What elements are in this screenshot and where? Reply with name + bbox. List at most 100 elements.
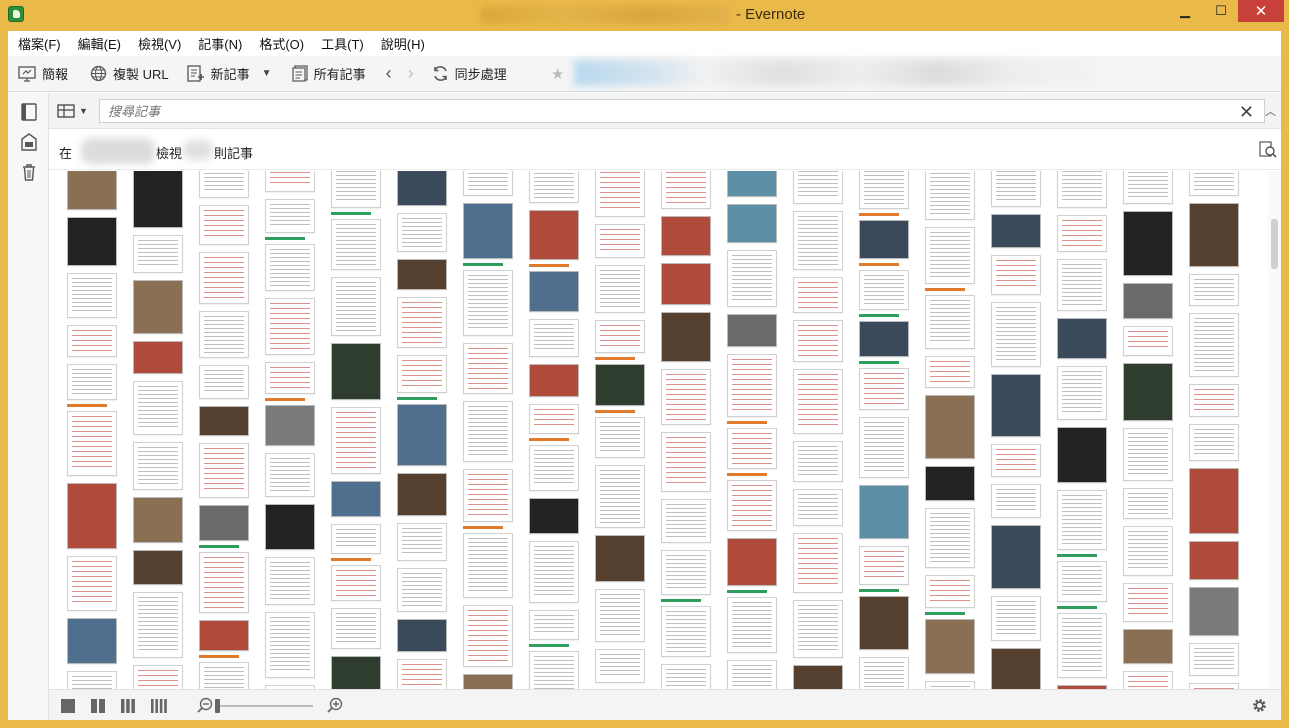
note-thumbnail[interactable] (1123, 526, 1173, 576)
clip-button[interactable]: 簡報 (14, 60, 72, 88)
shortcuts-bar-blurred[interactable] (574, 60, 1094, 86)
note-thumbnail[interactable] (67, 273, 117, 318)
menu-file[interactable]: 檔案(F) (18, 34, 61, 53)
menu-tools[interactable]: 工具(T) (321, 34, 364, 53)
note-thumbnail[interactable] (727, 250, 777, 307)
menu-help[interactable]: 說明(H) (381, 34, 425, 53)
note-thumbnail[interactable] (265, 199, 315, 233)
note-thumbnail[interactable] (463, 469, 513, 522)
note-thumbnail[interactable] (331, 524, 381, 554)
note-thumbnail[interactable] (661, 664, 711, 689)
notebooks-icon[interactable] (20, 133, 38, 151)
note-thumbnail[interactable] (1057, 561, 1107, 602)
note-thumbnail[interactable] (463, 533, 513, 598)
note-thumbnail[interactable] (67, 217, 117, 266)
note-thumbnail[interactable] (1123, 171, 1173, 204)
note-thumbnail[interactable] (991, 171, 1041, 207)
note-thumbnail[interactable] (793, 600, 843, 658)
note-thumbnail[interactable] (199, 205, 249, 245)
note-thumbnail[interactable] (1057, 490, 1107, 550)
note-thumbnail[interactable] (331, 171, 381, 208)
menu-edit[interactable]: 編輯(E) (78, 34, 121, 53)
note-thumbnail[interactable] (67, 483, 117, 549)
note-thumbnail[interactable] (529, 541, 579, 603)
search-field[interactable]: ✕ (99, 99, 1265, 123)
note-thumbnail[interactable] (265, 405, 315, 446)
note-thumbnail[interactable] (529, 319, 579, 357)
note-thumbnail[interactable] (397, 297, 447, 348)
note-thumbnail[interactable] (1123, 363, 1173, 421)
note-thumbnail[interactable] (595, 465, 645, 528)
single-column-view-icon[interactable] (61, 699, 75, 713)
search-input[interactable] (108, 103, 1228, 119)
note-thumbnail[interactable] (529, 210, 579, 260)
note-thumbnail[interactable] (859, 270, 909, 310)
note-thumbnail[interactable] (463, 401, 513, 462)
note-thumbnail[interactable] (397, 568, 447, 612)
zoom-out-icon[interactable] (197, 697, 213, 713)
four-column-view-icon[interactable] (151, 699, 167, 713)
search-in-note-icon[interactable] (1259, 141, 1277, 159)
note-thumbnail[interactable] (925, 356, 975, 388)
note-thumbnail[interactable] (991, 444, 1041, 477)
note-thumbnail[interactable] (991, 374, 1041, 437)
blurred-notebook-name[interactable] (81, 138, 155, 164)
note-thumbnail[interactable] (595, 417, 645, 458)
note-thumbnail[interactable] (265, 171, 315, 192)
note-thumbnail[interactable] (595, 265, 645, 313)
note-thumbnail[interactable] (67, 556, 117, 611)
note-thumbnail[interactable] (133, 592, 183, 658)
menu-note[interactable]: 記事(N) (198, 34, 242, 53)
note-thumbnail[interactable] (925, 681, 975, 689)
note-thumbnail[interactable] (859, 321, 909, 357)
new-note-dropdown-icon[interactable]: ▼ (262, 68, 272, 79)
note-thumbnail[interactable] (529, 364, 579, 397)
vertical-scrollbar[interactable] (1268, 171, 1281, 689)
menu-view[interactable]: 檢視(V) (138, 34, 181, 53)
note-thumbnail[interactable] (463, 674, 513, 689)
note-thumbnail[interactable] (463, 203, 513, 259)
note-thumbnail[interactable] (1057, 215, 1107, 252)
note-thumbnail[interactable] (199, 406, 249, 436)
note-thumbnail[interactable] (133, 442, 183, 490)
note-thumbnail[interactable] (859, 417, 909, 478)
note-thumbnail[interactable] (331, 407, 381, 474)
note-thumbnail[interactable] (1123, 488, 1173, 519)
note-thumbnail[interactable] (529, 271, 579, 312)
note-thumbnail[interactable] (331, 656, 381, 689)
note-thumbnail[interactable] (529, 498, 579, 534)
note-thumbnail[interactable] (1189, 643, 1239, 676)
note-thumbnail[interactable] (331, 219, 381, 270)
note-thumbnail[interactable] (67, 364, 117, 400)
note-thumbnail[interactable] (1123, 326, 1173, 356)
note-thumbnail[interactable] (1189, 384, 1239, 417)
note-thumbnail[interactable] (397, 523, 447, 561)
note-thumbnail[interactable] (1057, 366, 1107, 420)
note-thumbnail[interactable] (661, 432, 711, 492)
note-thumbnail[interactable] (331, 277, 381, 336)
note-thumbnail[interactable] (859, 596, 909, 650)
close-button[interactable]: ✕ (1238, 0, 1284, 22)
note-thumbnail[interactable] (1189, 313, 1239, 377)
note-thumbnail[interactable] (133, 235, 183, 273)
close-icon[interactable]: ✕ (1239, 102, 1254, 123)
two-column-view-icon[interactable] (91, 699, 105, 713)
note-thumbnail[interactable] (529, 171, 579, 203)
note-thumbnail[interactable] (133, 665, 183, 689)
note-thumbnail[interactable] (859, 485, 909, 539)
view-options-button[interactable]: ▼ (57, 102, 93, 120)
title-bar[interactable]: - Evernote ▁ ☐ ✕ (0, 0, 1289, 31)
three-column-view-icon[interactable] (121, 699, 135, 713)
note-thumbnail[interactable] (661, 216, 711, 256)
sync-button[interactable]: 同步處理 (428, 60, 511, 88)
note-thumbnail[interactable] (133, 280, 183, 334)
zoom-slider[interactable] (215, 699, 313, 713)
scrollbar-thumb[interactable] (1271, 219, 1278, 269)
note-thumbnail[interactable] (793, 211, 843, 270)
note-thumbnail[interactable] (859, 368, 909, 410)
note-thumbnail[interactable] (133, 497, 183, 543)
note-thumbnail[interactable] (925, 295, 975, 349)
minimize-button[interactable]: ▁ (1168, 0, 1202, 22)
note-thumbnail[interactable] (1123, 583, 1173, 622)
note-thumbnail[interactable] (397, 213, 447, 252)
